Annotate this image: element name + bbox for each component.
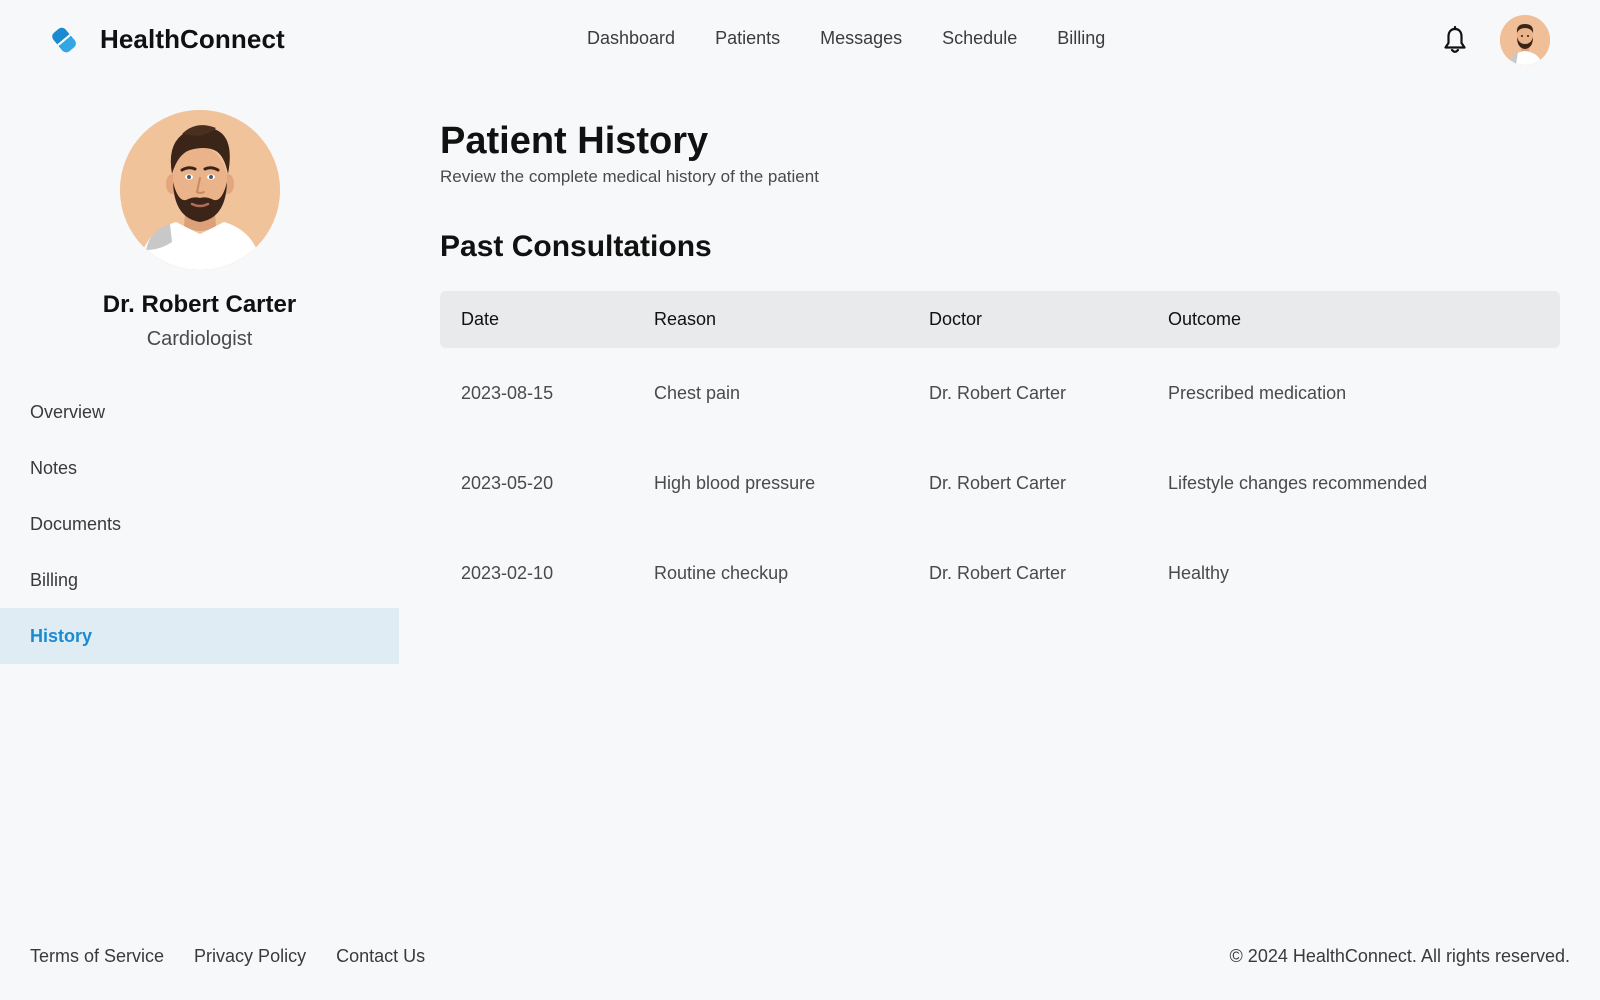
cell-outcome: Lifestyle changes recommended: [1168, 472, 1428, 493]
column-header-outcome: Outcome: [1168, 309, 1242, 329]
profile-role: Cardiologist: [146, 328, 253, 350]
nav-dashboard[interactable]: Dashboard: [587, 28, 675, 49]
cell-outcome: Prescribed medication: [1168, 382, 1347, 403]
bell-icon[interactable]: [1442, 26, 1468, 54]
sidebar-item-documents[interactable]: Documents: [0, 496, 399, 552]
logo-icon: [52, 27, 76, 52]
nav-billing[interactable]: Billing: [1057, 28, 1105, 49]
cell-doctor: Dr. Robert Carter: [929, 382, 1067, 403]
sidebar-item-notes[interactable]: Notes: [0, 440, 399, 496]
cell-doctor: Dr. Robert Carter: [929, 472, 1067, 493]
cell-reason: High blood pressure: [654, 472, 816, 493]
sidebar-item-history[interactable]: History: [0, 608, 399, 664]
footer-links: Terms of Service Privacy Policy Contact …: [30, 946, 425, 967]
column-header-doctor: Doctor: [929, 309, 983, 329]
app-logo[interactable]: HealthConnect: [50, 24, 285, 55]
page-title: Patient History: [440, 120, 709, 162]
table-row[interactable]: 2023-05-20 High blood pressure Dr. Rober…: [440, 438, 1560, 528]
cell-doctor: Dr. Robert Carter: [929, 562, 1067, 583]
footer-link-contact[interactable]: Contact Us: [336, 946, 425, 967]
column-header-date: Date: [461, 309, 500, 329]
table-header: Date Reason Doctor Outcome: [440, 291, 1560, 348]
page: HealthConnect Dashboard Patients Message…: [0, 0, 1600, 1000]
footer-link-privacy[interactable]: Privacy Policy: [194, 946, 306, 967]
app-name: HealthConnect: [100, 24, 285, 54]
table-row[interactable]: 2023-02-10 Routine checkup Dr. Robert Ca…: [440, 528, 1560, 618]
nav-messages[interactable]: Messages: [820, 28, 902, 49]
cell-date: 2023-02-10: [461, 562, 554, 583]
top-header: HealthConnect Dashboard Patients Message…: [0, 0, 1600, 80]
cell-date: 2023-05-20: [461, 472, 554, 493]
table-row[interactable]: 2023-08-15 Chest pain Dr. Robert Carter …: [440, 348, 1560, 438]
sidebar-nav: Overview Notes Documents Billing History: [0, 384, 399, 664]
section-title: Past Consultations: [440, 230, 712, 263]
avatar[interactable]: [1500, 15, 1550, 65]
sidebar-item-overview[interactable]: Overview: [0, 384, 399, 440]
copyright-text: © 2024 HealthConnect. All rights reserve…: [1229, 946, 1570, 966]
consultations-table: Date Reason Doctor Outcome 2023-08-15 Ch…: [440, 291, 1560, 618]
nav-schedule[interactable]: Schedule: [942, 28, 1017, 49]
profile-photo: [120, 110, 280, 270]
sidebar: Dr. Robert Carter Cardiologist Overview …: [0, 80, 399, 720]
nav-patients[interactable]: Patients: [715, 28, 780, 49]
cell-reason: Routine checkup: [654, 562, 789, 583]
main-nav: Dashboard Patients Messages Schedule Bil…: [587, 28, 1105, 49]
cell-date: 2023-08-15: [461, 382, 554, 403]
footer-link-terms[interactable]: Terms of Service: [30, 946, 164, 967]
profile-name: Dr. Robert Carter: [102, 291, 297, 318]
column-header-reason: Reason: [654, 309, 717, 329]
page-subtitle: Review the complete medical history of t…: [440, 167, 819, 186]
user-avatar-icon: [1500, 15, 1550, 65]
sidebar-item-billing[interactable]: Billing: [0, 552, 399, 608]
cell-outcome: Healthy: [1168, 562, 1230, 583]
doctor-portrait-icon: [120, 110, 280, 270]
cell-reason: Chest pain: [654, 382, 741, 403]
